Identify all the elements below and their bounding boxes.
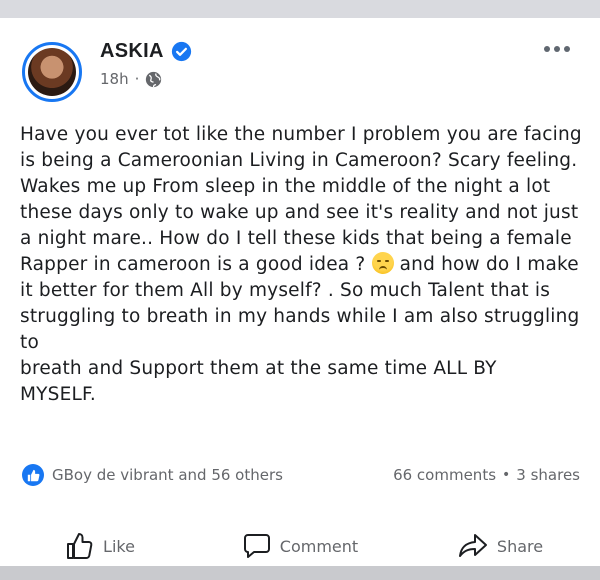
shares-count[interactable]: 3 shares — [516, 466, 580, 484]
comment-button[interactable]: Comment — [200, 524, 400, 568]
post-line: breath and Support them at the same time… — [20, 358, 497, 379]
avatar-photo — [28, 48, 76, 96]
avatar[interactable] — [22, 42, 82, 102]
post-body: Have you ever tot like the number I prob… — [20, 122, 590, 408]
post-line: MYSELF. — [20, 384, 96, 405]
post-line: struggling to breath in my hands while I… — [20, 306, 580, 353]
reactions-summary[interactable]: GBoy de vibrant and 56 others — [22, 464, 283, 486]
post-meta: 18h · — [100, 70, 162, 88]
post-line: Wakes me up From sleep in the middle of … — [20, 176, 551, 197]
post-line: is being a Cameroonian Living in Cameroo… — [20, 150, 578, 171]
action-bar: Like Comment Share — [0, 524, 600, 568]
meta-separator: · — [134, 70, 140, 88]
post-line: it better for them All by myself? . So m… — [20, 280, 551, 301]
comments-count[interactable]: 66 comments — [393, 466, 496, 484]
post-card: ASKIA 18h · Have you ever tot like the n… — [0, 18, 600, 566]
post-line-segment: Rapper in cameroon is a good idea ? — [20, 254, 366, 275]
top-background — [0, 0, 600, 18]
globe-icon[interactable] — [145, 71, 162, 88]
more-options-icon[interactable] — [544, 46, 570, 52]
like-label: Like — [103, 536, 135, 556]
post-line: Rapper in cameroon is a good idea ? and … — [20, 252, 590, 278]
disappointed-face-emoji-icon — [371, 252, 394, 274]
like-reaction-icon — [22, 464, 44, 486]
author-name[interactable]: ASKIA — [100, 40, 164, 63]
thumbs-up-icon — [65, 531, 95, 561]
reactions-text[interactable]: GBoy de vibrant and 56 others — [52, 466, 283, 484]
post-line: Have you ever tot like the number I prob… — [20, 124, 582, 145]
share-label: Share — [496, 536, 544, 556]
verified-badge-icon — [171, 41, 192, 62]
engagement-counts: 66 comments • 3 shares — [393, 466, 580, 484]
like-button[interactable]: Like — [0, 524, 200, 568]
comment-label: Comment — [279, 536, 359, 556]
post-line: these days only to wake up and see it's … — [20, 202, 579, 223]
post-line: a night mare.. How do I tell these kids … — [20, 228, 572, 249]
author-row: ASKIA — [100, 40, 192, 63]
stats-separator: • — [502, 467, 511, 483]
share-arrow-icon — [457, 531, 489, 561]
share-button[interactable]: Share — [400, 524, 600, 568]
comment-bubble-icon — [242, 531, 272, 561]
post-timestamp[interactable]: 18h — [100, 70, 129, 88]
post-line-segment: and how do I make — [399, 254, 579, 275]
bottom-background — [0, 566, 600, 580]
